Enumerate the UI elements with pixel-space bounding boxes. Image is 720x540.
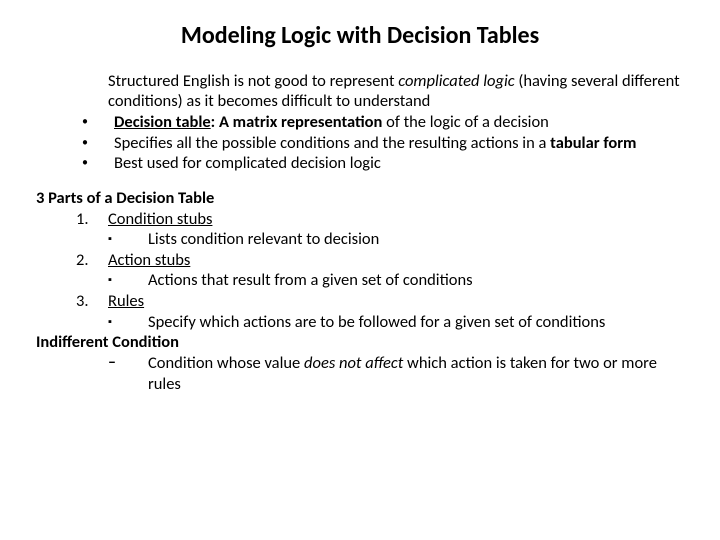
list-item: ▪ Lists condition relevant to decision [106, 229, 684, 250]
bullet-icon: • [76, 133, 114, 154]
list-text: Condition stubs [108, 209, 684, 230]
section-heading: 3 Parts of a Decision Table [36, 188, 684, 209]
parts-section: 3 Parts of a Decision Table 1. Condition… [36, 188, 684, 394]
bullet-icon: • [76, 153, 114, 174]
list-item: ▪ Actions that result from a given set o… [106, 270, 684, 291]
list-text: Specifies all the possible conditions an… [114, 133, 684, 154]
list-item: 3. Rules [76, 291, 684, 312]
list-item: – Condition whose value does not affect … [106, 353, 684, 394]
section-heading: Indifferent Condition [36, 332, 684, 353]
list-item: ▪ Specify which actions are to be follow… [106, 312, 684, 333]
dash-icon: – [106, 353, 148, 394]
list-text: Action stubs [108, 250, 684, 271]
intro-block: Structured English is not good to repres… [76, 71, 684, 174]
list-text: Actions that result from a given set of … [148, 270, 684, 291]
list-item: • Decision table: A matrix representatio… [76, 112, 684, 133]
list-text: Specify which actions are to be followed… [148, 312, 684, 333]
intro-paragraph: Structured English is not good to repres… [108, 71, 684, 112]
list-text: Decision table: A matrix representation … [114, 112, 684, 133]
list-text: Best used for complicated decision logic [114, 153, 684, 174]
list-item: 2. Action stubs [76, 250, 684, 271]
list-item: 1. Condition stubs [76, 209, 684, 230]
square-bullet-icon: ▪ [106, 312, 148, 333]
list-item: • Specifies all the possible conditions … [76, 133, 684, 154]
square-bullet-icon: ▪ [106, 270, 148, 291]
list-text: Rules [108, 291, 684, 312]
page-title: Modeling Logic with Decision Tables [36, 22, 684, 51]
number-marker: 1. [76, 209, 108, 230]
slide: Modeling Logic with Decision Tables Stru… [0, 0, 720, 540]
bullet-icon: • [76, 112, 114, 133]
list-item: • Best used for complicated decision log… [76, 153, 684, 174]
number-marker: 2. [76, 250, 108, 271]
list-text: Lists condition relevant to decision [148, 229, 684, 250]
list-text: Condition whose value does not affect wh… [148, 353, 684, 394]
square-bullet-icon: ▪ [106, 229, 148, 250]
number-marker: 3. [76, 291, 108, 312]
